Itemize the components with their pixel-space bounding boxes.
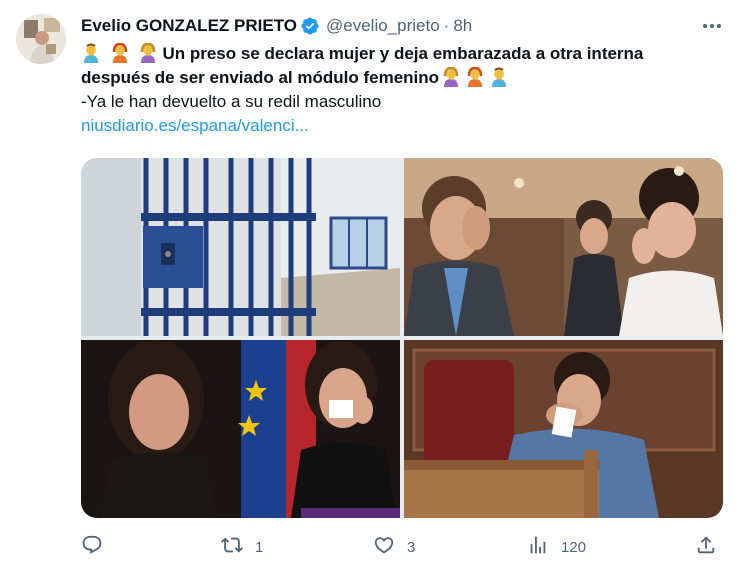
handle[interactable]: @evelio_prieto [326,16,440,36]
prison-cell-photo[interactable] [81,158,400,336]
heart-icon [373,534,395,560]
verified-badge-icon[interactable] [300,16,320,36]
tweet-text: Un preso se declara mujer y deja embaraz… [81,42,721,138]
timestamp[interactable]: 8h [453,16,472,36]
tweet-header: Evelio GONZALEZ PRIETO @evelio_prieto · … [81,14,472,38]
like-button[interactable]: 3 [373,532,415,562]
like-count: 3 [407,538,416,556]
woman-facepalming-emoji [441,66,461,87]
tweet-headline-line: Un preso se declara mujer y deja embaraz… [81,42,721,66]
tweet-headline: Un preso se declara mujer y deja embaraz… [162,44,644,63]
reply-button[interactable] [81,532,115,562]
views-chart-icon [527,534,549,560]
man-crying-in-parliament-photo[interactable] [404,340,723,518]
display-name[interactable]: Evelio GONZALEZ PRIETO [81,16,297,36]
retweet-icon [221,534,243,560]
views-button[interactable]: 120 [527,532,586,562]
tweet-link[interactable]: niusdiario.es/espana/valenci... [81,114,721,138]
share-icon [695,534,717,560]
separator-dot: · [443,16,450,35]
tweet-card[interactable]: Evelio GONZALEZ PRIETO @evelio_prieto · … [0,0,746,574]
woman-crying-flags-photo[interactable] [81,340,400,518]
views-count: 120 [561,538,587,556]
share-button[interactable] [695,532,717,562]
man-facepalming-emoji [81,43,101,63]
tweet-headline-continued: después de ser enviado al módulo femenin… [81,68,440,87]
woman-facepalming-emoji [465,66,485,87]
tweet-headline-line-2: después de ser enviado al módulo femenin… [81,66,721,90]
retweet-count: 1 [255,538,264,556]
reply-icon [81,534,103,560]
man-facepalming-emoji [489,67,509,87]
tweet-body: -Ya le han devuelto a su redil masculino [81,92,382,111]
retweet-button[interactable]: 1 [221,532,263,562]
woman-facepalming-emoji [138,42,158,63]
politician-wiping-eye-photo[interactable] [404,158,723,336]
avatar[interactable] [16,14,66,64]
woman-facepalming-emoji [110,42,130,63]
media-grid[interactable] [81,158,723,518]
tweet-actions: 1 3 120 [81,532,723,562]
more-options-icon[interactable] [700,16,724,36]
